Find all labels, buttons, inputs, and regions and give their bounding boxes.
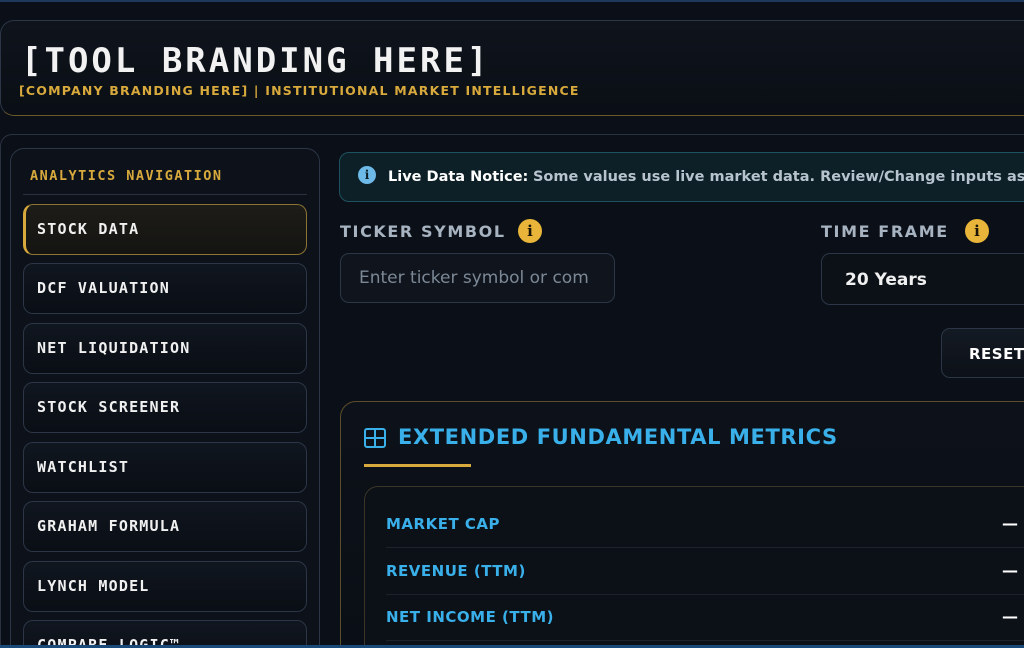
analytics-sidebar: ANALYTICS NAVIGATION STOCK DATA DCF VALU… xyxy=(10,148,320,648)
sidebar-item-label: WATCHLIST xyxy=(37,458,130,476)
sidebar-item-lynch-model[interactable]: LYNCH MODEL xyxy=(23,561,307,612)
metric-row-revenue-ttm: REVENUE (TTM) — xyxy=(386,548,1024,595)
sidebar-item-stock-data[interactable]: STOCK DATA xyxy=(23,204,307,255)
time-frame-select[interactable]: 20 Years xyxy=(821,253,1024,305)
sidebar-item-label: GRAHAM FORMULA xyxy=(37,517,181,535)
metric-row-market-cap: MARKET CAP — xyxy=(386,501,1024,548)
app-header: [TOOL BRANDING HERE] [COMPANY BRANDING H… xyxy=(0,20,1024,116)
sidebar-item-net-liquidation[interactable]: NET LIQUIDATION xyxy=(23,323,307,374)
time-frame-label: TIME FRAME xyxy=(821,222,949,241)
app-page: [TOOL BRANDING HERE] [COMPANY BRANDING H… xyxy=(0,0,1024,648)
sidebar-item-compare-logic[interactable]: COMPARE LOGIC™ xyxy=(23,620,307,648)
top-border xyxy=(0,0,1024,2)
reset-button[interactable]: RESET xyxy=(941,328,1024,378)
metric-value: — xyxy=(1002,514,1018,533)
sidebar-item-label: LYNCH MODEL xyxy=(37,577,150,595)
metric-label: MARKET CAP xyxy=(386,515,501,533)
metric-value: — xyxy=(1002,607,1018,626)
sidebar-item-watchlist[interactable]: WATCHLIST xyxy=(23,442,307,493)
metric-label: REVENUE (TTM) xyxy=(386,562,526,580)
time-frame-selected-value: 20 Years xyxy=(845,270,927,290)
sidebar-item-graham-formula[interactable]: GRAHAM FORMULA xyxy=(23,501,307,552)
grid-icon xyxy=(364,428,386,448)
live-data-notice: i Live Data Notice: Some values use live… xyxy=(339,152,1024,202)
notice-title: Live Data Notice: xyxy=(388,169,529,185)
metric-value: — xyxy=(1002,561,1018,580)
reset-button-label: RESET xyxy=(969,345,1024,363)
sidebar-item-label: DCF VALUATION xyxy=(37,279,170,297)
sidebar-item-label: STOCK SCREENER xyxy=(37,398,181,416)
notice-body: Some values use live market data. Review… xyxy=(532,169,1024,185)
sidebar-heading: ANALYTICS NAVIGATION xyxy=(30,168,223,184)
sidebar-item-label: NET LIQUIDATION xyxy=(37,339,191,357)
title-underline xyxy=(364,464,471,467)
sidebar-item-label: STOCK DATA xyxy=(37,220,140,238)
time-frame-info-icon[interactable]: i xyxy=(965,219,989,243)
sidebar-item-dcf-valuation[interactable]: DCF VALUATION xyxy=(23,263,307,314)
ticker-symbol-label: TICKER SYMBOL xyxy=(340,222,506,241)
metric-row-net-income-ttm: NET INCOME (TTM) — xyxy=(386,594,1024,641)
info-icon: i xyxy=(358,166,376,184)
company-branding-subtitle: [COMPANY BRANDING HERE] | INSTITUTIONAL … xyxy=(19,83,580,98)
ticker-symbol-input[interactable] xyxy=(340,253,615,303)
tool-branding-title: [TOOL BRANDING HERE] xyxy=(21,41,491,81)
notice-text: Live Data Notice: Some values use live m… xyxy=(388,169,1024,185)
sidebar-item-label: COMPARE LOGIC™ xyxy=(37,636,181,648)
sidebar-divider xyxy=(23,194,307,195)
metric-label: NET INCOME (TTM) xyxy=(386,608,554,626)
ticker-info-icon[interactable]: i xyxy=(518,219,542,243)
metrics-section-title: EXTENDED FUNDAMENTAL METRICS xyxy=(398,425,838,449)
sidebar-item-stock-screener[interactable]: STOCK SCREENER xyxy=(23,382,307,433)
